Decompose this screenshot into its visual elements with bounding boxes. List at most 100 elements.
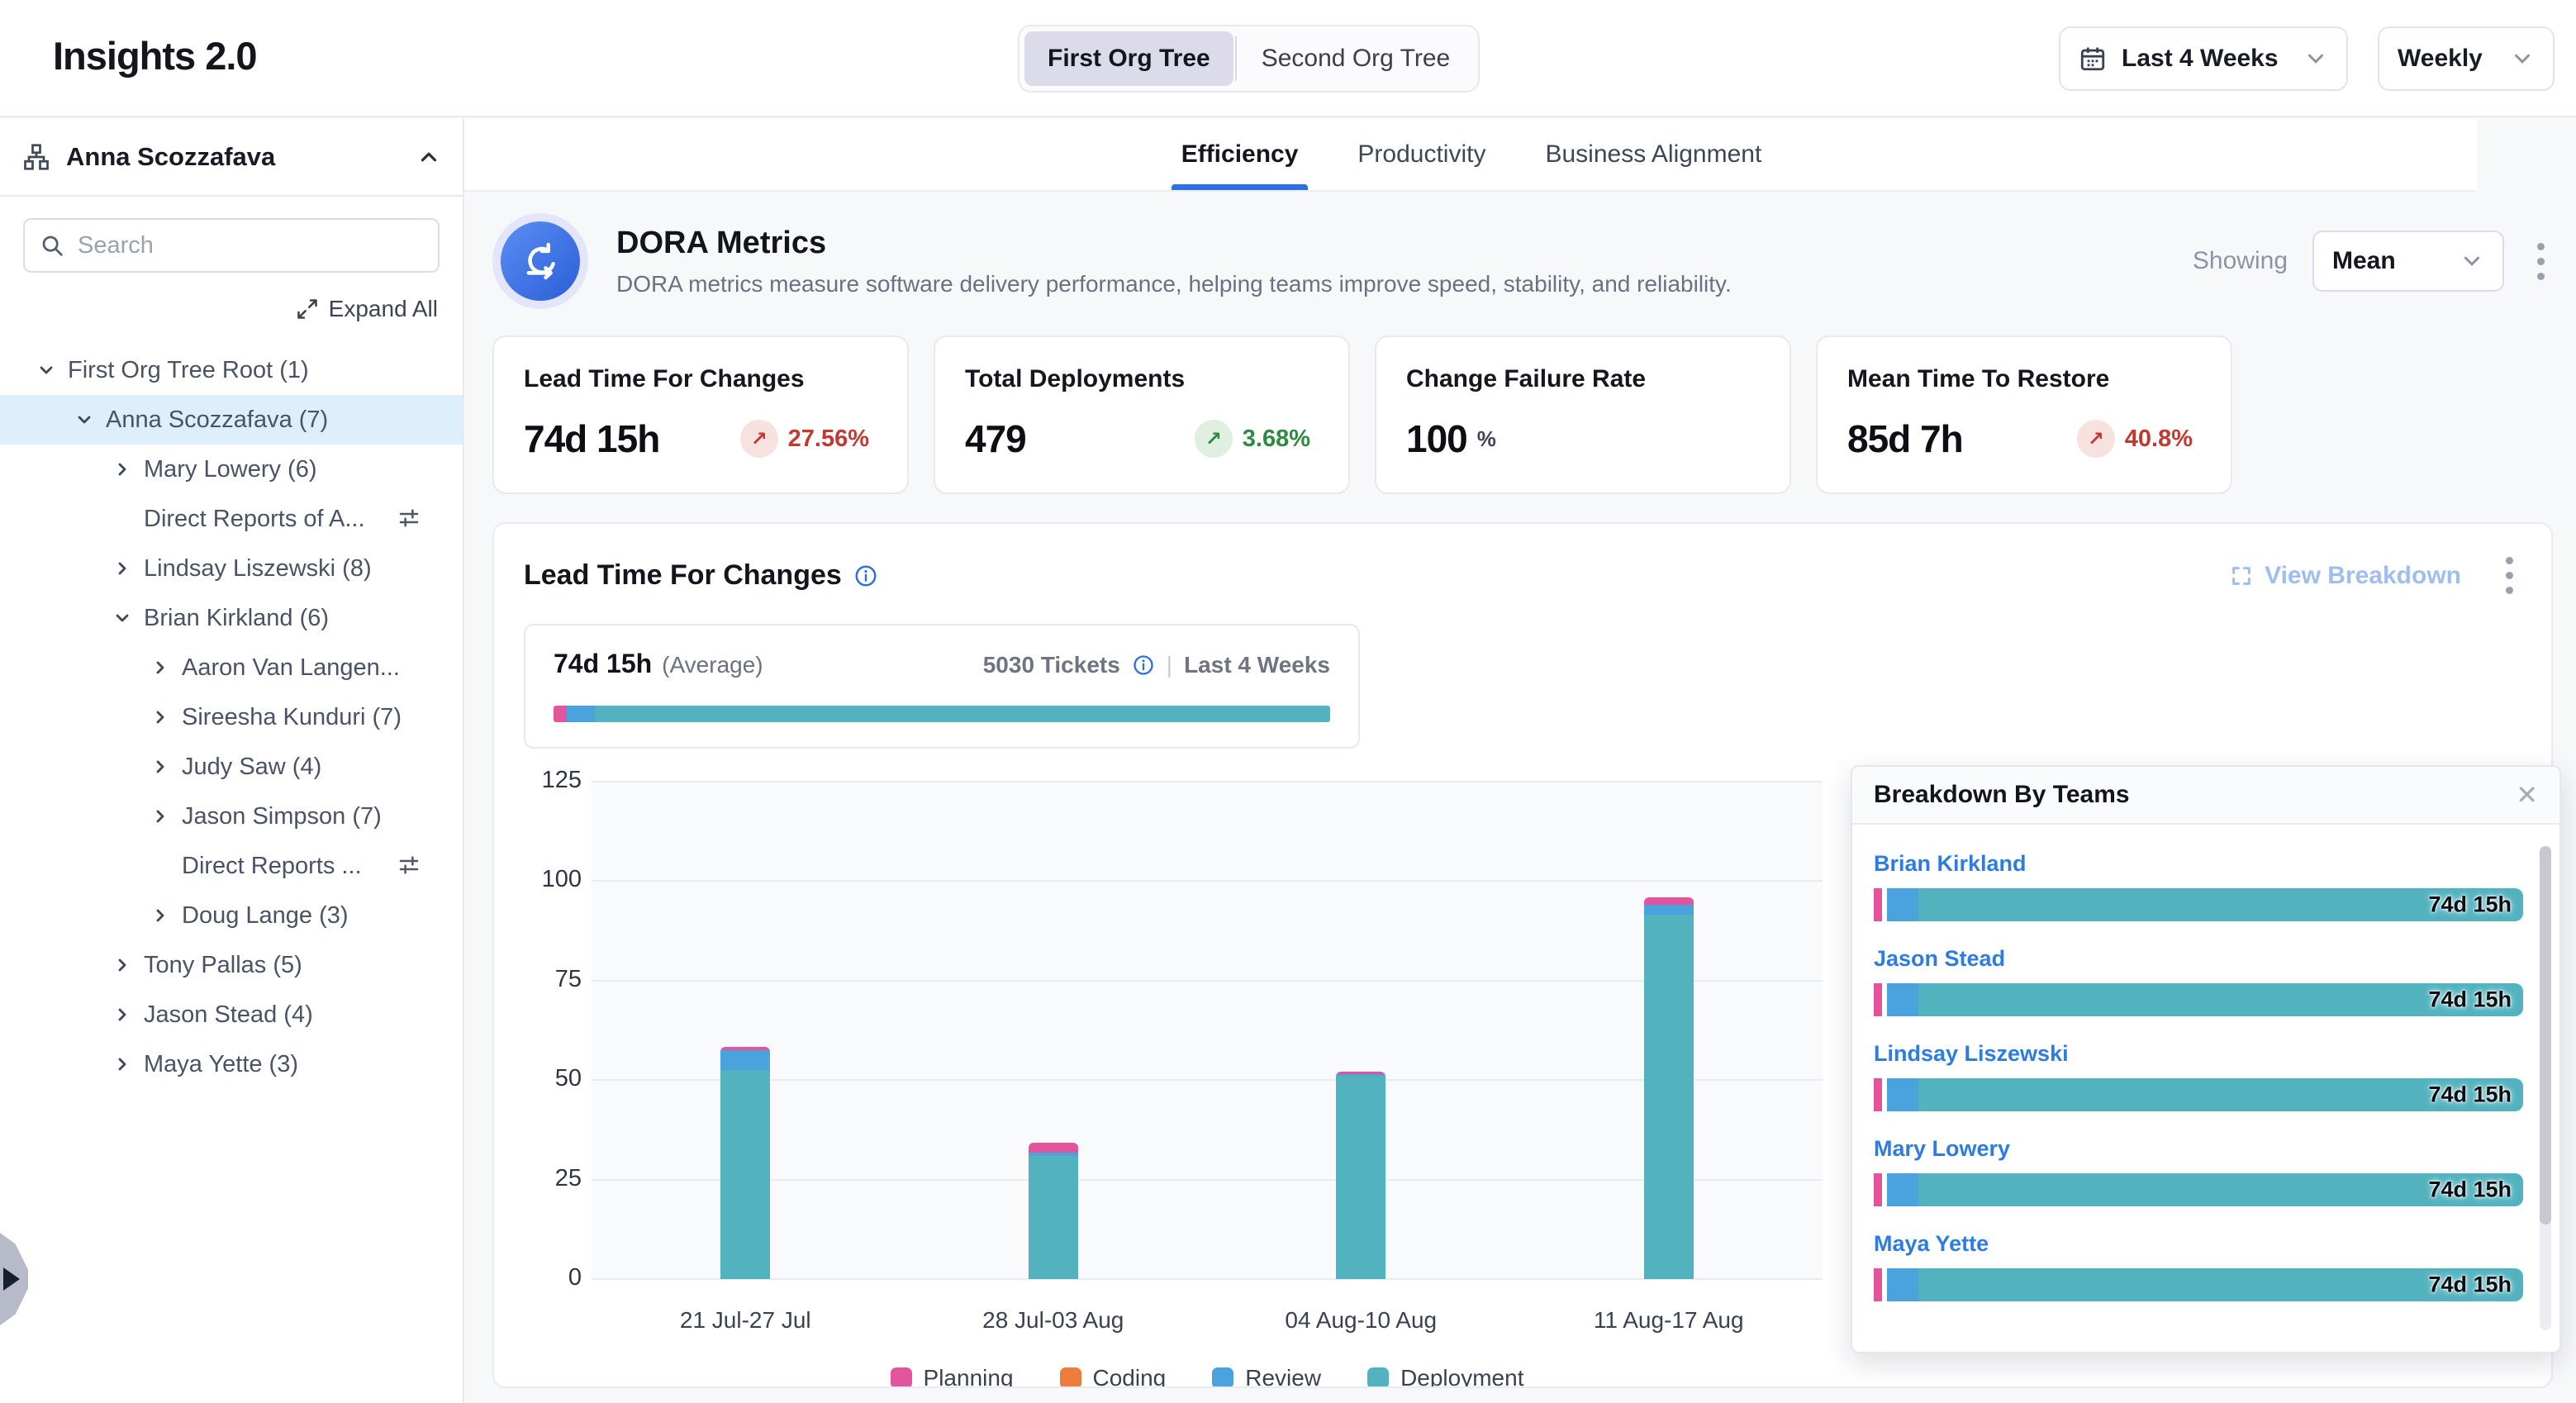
legend-label: Review — [1245, 1365, 1321, 1388]
x-axis-tick-label: 11 Aug-17 Aug — [1594, 1307, 1744, 1334]
metric-card-lead-time-for-changes: Lead Time For Changes 74d 15h ↗ 27.56% — [492, 335, 909, 494]
aggregation-select[interactable]: Mean — [2312, 231, 2504, 292]
tab-efficiency[interactable]: Efficiency — [1172, 119, 1309, 190]
team-name-link[interactable]: Lindsay Liszewski — [1874, 1041, 2523, 1067]
chevron-down-icon[interactable] — [36, 360, 56, 380]
chevron-right-icon[interactable] — [112, 559, 132, 578]
metric-card-value: 85d 7h — [1847, 416, 1963, 461]
team-stacked-bar: 74d 15h — [1874, 983, 2523, 1016]
tree-item-label: Lindsay Liszewski (8) — [144, 555, 372, 583]
chevron-right-icon[interactable] — [112, 459, 132, 479]
tree-item-label: Jason Stead (4) — [144, 1001, 313, 1029]
chart-gridline — [592, 1179, 1823, 1181]
team-value: 74d 15h — [2428, 1272, 2512, 1298]
tree-item-label: Aaron Van Langen... — [182, 654, 400, 682]
tree-item-mary-lowery-6[interactable]: Mary Lowery (6) — [0, 445, 463, 494]
filter-icon[interactable] — [397, 506, 421, 530]
tree-item-label: Judy Saw (4) — [182, 754, 321, 781]
team-name-link[interactable]: Mary Lowery — [1874, 1136, 2523, 1162]
dora-kebab-menu[interactable] — [2529, 238, 2553, 285]
team-value: 74d 15h — [2428, 987, 2512, 1013]
team-name-link[interactable]: Maya Yette — [1874, 1231, 2523, 1257]
expand-all-button[interactable]: Expand All — [0, 296, 463, 322]
tree-item-jason-simpson-7[interactable]: Jason Simpson (7) — [0, 792, 463, 841]
panel-scrollbar-thumb[interactable] — [2540, 846, 2551, 1225]
chevron-right-icon[interactable] — [112, 955, 132, 975]
stacked-bar-28-jul-03-aug[interactable] — [1029, 1143, 1078, 1279]
chevron-down-icon[interactable] — [112, 608, 132, 628]
tree-item-brian-kirkland-6[interactable]: Brian Kirkland (6) — [0, 593, 463, 643]
view-breakdown-label: View Breakdown — [2265, 562, 2461, 590]
dora-icon — [492, 213, 588, 309]
tree-item-maya-yette-3[interactable]: Maya Yette (3) — [0, 1039, 463, 1089]
toggle-first-org-tree[interactable]: First Org Tree — [1024, 31, 1233, 86]
lead-time-kebab-menu[interactable] — [2498, 552, 2521, 599]
chevron-right-icon[interactable] — [150, 906, 170, 925]
team-segment-planning — [1874, 888, 1882, 921]
chevron-right-icon[interactable] — [112, 1005, 132, 1025]
sidebar-header: Anna Scozzafava — [0, 119, 463, 197]
team-stacked-bar: 74d 15h — [1874, 1268, 2523, 1301]
y-axis-tick-label: 0 — [524, 1264, 582, 1291]
stacked-bar-11-aug-17-aug[interactable] — [1644, 897, 1694, 1279]
tree-item-judy-saw-4[interactable]: Judy Saw (4) — [0, 742, 463, 792]
legend-item-planning: Planning — [891, 1365, 1014, 1388]
close-icon[interactable]: ✕ — [2516, 782, 2538, 808]
team-segment-review — [1887, 888, 1918, 921]
panel-scrollbar[interactable] — [2540, 846, 2551, 1330]
y-axis-tick-label: 75 — [524, 966, 582, 993]
date-range-value: Last 4 Weeks — [2122, 45, 2288, 73]
team-item-lindsay-liszewski: Lindsay Liszewski 74d 15h — [1874, 1041, 2523, 1111]
tab-business-alignment[interactable]: Business Alignment — [1535, 119, 1771, 190]
collapse-sidebar-chevron-up-icon[interactable] — [416, 145, 441, 169]
trend-up-arrow-icon: ↗ — [740, 420, 778, 458]
metric-delta-badge: ↗ 27.56% — [740, 420, 869, 458]
search-icon — [40, 233, 64, 258]
tree-item-tony-pallas-5[interactable]: Tony Pallas (5) — [0, 940, 463, 990]
tree-item-direct-reports-of-a[interactable]: Direct Reports of A... — [0, 494, 463, 544]
tree-item-sireesha-kunduri-7[interactable]: Sireesha Kunduri (7) — [0, 692, 463, 742]
toggle-second-org-tree[interactable]: Second Org Tree — [1238, 31, 1473, 86]
granularity-select[interactable]: Weekly — [2378, 26, 2555, 91]
chart-gridline — [592, 980, 1823, 982]
chevron-right-icon[interactable] — [150, 806, 170, 826]
info-icon[interactable] — [1132, 654, 1155, 677]
search-box — [23, 218, 440, 273]
chevron-right-icon[interactable] — [150, 658, 170, 678]
tree-item-aaron-van-langen[interactable]: Aaron Van Langen... — [0, 643, 463, 692]
info-icon[interactable] — [853, 564, 878, 588]
team-name-link[interactable]: Brian Kirkland — [1874, 851, 2523, 877]
metric-card-value: 100 — [1406, 416, 1467, 461]
date-range-select[interactable]: Last 4 Weeks — [2059, 26, 2348, 91]
tree-item-lindsay-liszewski-8[interactable]: Lindsay Liszewski (8) — [0, 544, 463, 593]
stacked-bar-04-aug-10-aug[interactable] — [1336, 1072, 1385, 1279]
stacked-bar-21-jul-27-jul[interactable] — [720, 1047, 770, 1279]
legend-swatch — [1367, 1367, 1389, 1388]
tree-item-anna-scozzafava-7[interactable]: Anna Scozzafava (7) — [0, 395, 463, 445]
app-title: Insights 2.0 — [53, 33, 257, 78]
tree-item-direct-reports[interactable]: Direct Reports ... — [0, 841, 463, 891]
breakdown-panel-title: Breakdown By Teams — [1874, 781, 2516, 809]
filter-icon[interactable] — [397, 853, 421, 877]
tab-productivity[interactable]: Productivity — [1347, 119, 1495, 190]
team-name-link[interactable]: Jason Stead — [1874, 946, 2523, 972]
summary-tickets: 5030 Tickets — [983, 652, 1120, 678]
tree-item-first-org-tree-root-1[interactable]: First Org Tree Root (1) — [0, 345, 463, 395]
metric-card-unit: % — [1477, 426, 1496, 452]
search-input[interactable] — [78, 232, 423, 259]
dora-title: DORA Metrics — [616, 226, 1732, 261]
chevron-right-icon[interactable] — [150, 707, 170, 727]
team-stacked-bar: 74d 15h — [1874, 1173, 2523, 1206]
team-item-maya-yette: Maya Yette 74d 15h — [1874, 1231, 2523, 1301]
view-breakdown-button[interactable]: View Breakdown — [2230, 562, 2461, 590]
chevron-right-icon[interactable] — [150, 757, 170, 777]
sidebar-collapse-handle[interactable] — [0, 1233, 28, 1325]
tree-item-doug-lange-3[interactable]: Doug Lange (3) — [0, 891, 463, 940]
chevron-down-icon[interactable] — [74, 410, 94, 430]
granularity-value: Weekly — [2398, 45, 2495, 73]
bar-segment-review — [720, 1050, 770, 1070]
tree-item-jason-stead-4[interactable]: Jason Stead (4) — [0, 990, 463, 1039]
team-value: 74d 15h — [2428, 1177, 2512, 1203]
chevron-right-icon[interactable] — [112, 1054, 132, 1074]
team-segment-review — [1887, 1173, 1918, 1206]
